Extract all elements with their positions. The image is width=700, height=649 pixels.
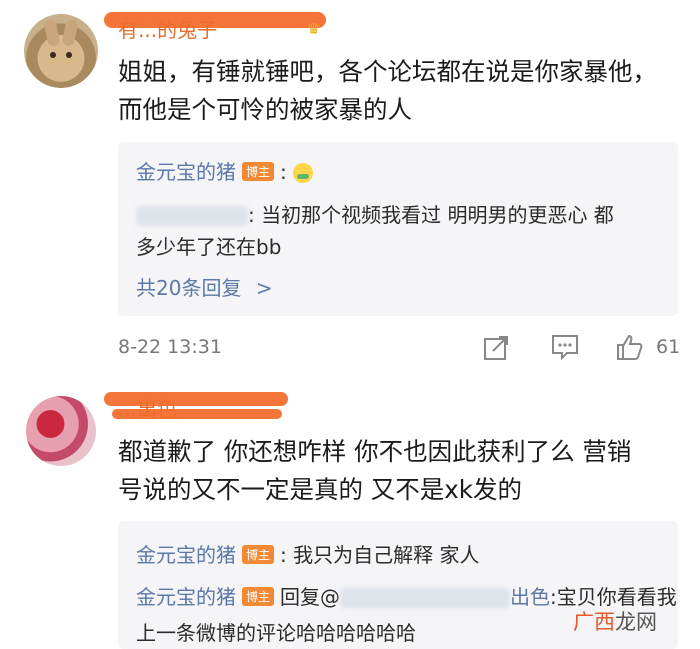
redaction-scribble [104, 392, 288, 406]
watermark-text: 广西 [573, 610, 615, 634]
rabbit-eye-shape [50, 52, 56, 58]
reply-text: 多少年了还在bb [136, 235, 282, 259]
watermark-logo: 广西龙网 [573, 606, 657, 636]
comment-text-line: 而他是个可怜的被家暴的人 [118, 95, 412, 124]
author-badge: 博主 [242, 162, 275, 181]
comment-icon[interactable] [550, 333, 580, 361]
like-count: 61 [656, 336, 681, 358]
rabbit-eye-shape [66, 52, 72, 58]
chevron-right-icon: > [255, 276, 273, 300]
timestamp: 8-22 13:31 [118, 336, 222, 358]
reply-text: 上一条微博的评论哈哈哈哈哈哈 [136, 621, 416, 645]
reply-prefix: 回复@ [280, 585, 341, 609]
comment-text-line: 姐姐，有锤就锤吧，各个论坛都在说是你家暴他， [118, 57, 657, 86]
more-replies-label: 共20条回复 [136, 276, 242, 300]
like-thumb-icon[interactable] [614, 332, 644, 362]
redaction-scribble [104, 12, 326, 28]
comment-text: 姐姐，有锤就锤吧，各个论坛都在说是你家暴他， 而他是个可怜的被家暴的人 [118, 53, 678, 129]
emoji-icon [292, 163, 313, 183]
mention-suffix[interactable]: 出色 [510, 585, 550, 609]
reply-author[interactable]: 金元宝的猪 [136, 585, 236, 609]
rabbit-ear-shape [43, 19, 61, 47]
comment-text-line: 都道歉了 你还想咋样 你不也因此获利了么 营销 [118, 437, 632, 466]
comment-text: 都道歉了 你还想咋样 你不也因此获利了么 营销 号说的又不一定是真的 又不是xk… [118, 433, 678, 509]
share-icon[interactable] [483, 335, 511, 361]
reply-text: : 当初那个视频我看过 明明男的更恶心 都 [248, 203, 614, 227]
reply-separator: : [280, 160, 287, 184]
reply-item: 金元宝的猪 博主 : 我只为自己解释 家人 [136, 539, 479, 568]
blurred-username [340, 588, 511, 608]
rabbit-ear-shape [61, 19, 79, 47]
redaction-scribble [112, 409, 282, 419]
reply-author[interactable]: 金元宝的猪 [136, 160, 236, 184]
reply-author[interactable]: 金元宝的猪 [136, 543, 236, 567]
author-badge: 博主 [242, 587, 275, 606]
reply-item: : 当初那个视频我看过 明明男的更恶心 都 [136, 199, 614, 228]
blurred-username [136, 206, 248, 226]
watermark-text: 龙网 [615, 610, 657, 634]
reply-text: : 我只为自己解释 家人 [280, 543, 480, 567]
reply-item: 金元宝的猪 博主: [136, 156, 313, 185]
more-replies-link[interactable]: 共20条回复 > [136, 272, 273, 301]
avatar[interactable] [24, 14, 98, 88]
crown-icon: ♛ [307, 20, 321, 38]
replies-box[interactable]: 金元宝的猪 博主: : 当初那个视频我看过 明明男的更恶心 都 多少年了还在bb … [118, 142, 678, 316]
author-badge: 博主 [242, 545, 275, 564]
avatar[interactable] [26, 396, 96, 466]
comment-text-line: 号说的又不一定是真的 又不是xk发的 [118, 475, 522, 504]
